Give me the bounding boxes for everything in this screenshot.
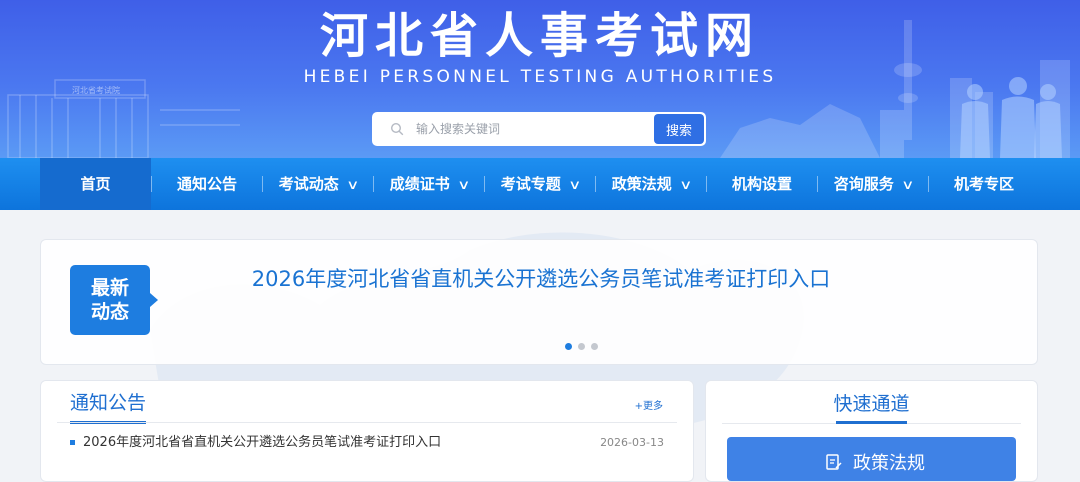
search-box: 搜索 (372, 112, 706, 146)
site-title: 河北省人事考试网 (319, 8, 760, 64)
chevron-down-icon: ∨ (678, 178, 693, 193)
main-nav: 首页 通知公告 考试动态 ∨ 成绩证书 ∨ 考试专题 ∨ 政策法规 ∨ 机构设置 咨询服… (0, 158, 1080, 210)
nav-label: 政策法规 (611, 175, 672, 193)
nav-label: 成绩证书 (389, 175, 450, 193)
carousel-dots (565, 343, 598, 350)
chevron-down-icon: ∨ (900, 178, 915, 193)
gate-building (7, 79, 240, 158)
title-underline (836, 421, 907, 424)
nav-label: 咨询服务 (833, 175, 894, 193)
carousel-dot[interactable] (565, 343, 572, 350)
search-icon (390, 122, 404, 136)
quick-policy-button[interactable]: 政策法规 (727, 437, 1016, 481)
carousel-dot[interactable] (578, 343, 585, 350)
nav-exam-topics[interactable]: 考试专题 ∨ (485, 158, 595, 210)
nav-label: 首页 (80, 175, 111, 193)
bullet-icon (70, 440, 75, 445)
site-header: 河北省考试院 河北省人事考试网 HEBEI PERSONNEL TESTING … (0, 0, 1080, 158)
nav-label: 机构设置 (731, 175, 792, 193)
nav-label: 机考专区 (953, 175, 1014, 193)
notice-date: 2026-03-13 (600, 436, 664, 449)
quick-button-label: 政策法规 (853, 453, 925, 474)
notices-panel: 通知公告 +更多 2026年度河北省省直机关公开遴选公务员笔试准考证打印入口 2… (40, 380, 694, 482)
quick-access-title: 快速通道 (833, 393, 910, 415)
quick-access-panel: 快速通道 政策法规 (705, 380, 1038, 482)
nav-label: 考试动态 (278, 175, 339, 193)
nav-label: 通知公告 (176, 175, 237, 193)
chevron-down-icon: ∨ (456, 178, 471, 193)
nav-consulting[interactable]: 咨询服务 ∨ (818, 158, 928, 210)
nav-home[interactable]: 首页 (40, 158, 151, 210)
divider (57, 422, 677, 423)
notice-list-item[interactable]: 2026年度河北省省直机关公开遴选公务员笔试准考证打印入口 2026-03-13 (70, 433, 664, 453)
nav-organization[interactable]: 机构设置 (707, 158, 817, 210)
nav-scores-certificates[interactable]: 成绩证书 ∨ (374, 158, 484, 210)
badge-pointer (150, 293, 158, 307)
badge-line: 动态 (90, 301, 129, 323)
chevron-down-icon: ∨ (345, 178, 360, 193)
badge-line: 最新 (90, 277, 129, 299)
notices-title: 通知公告 (70, 389, 147, 424)
nav-computer-exam[interactable]: 机考专区 (929, 158, 1039, 210)
search-input[interactable] (416, 112, 652, 146)
document-edit-icon (826, 454, 842, 470)
latest-headline-link[interactable]: 2026年度河北省省直机关公开遴选公务员笔试准考证打印入口 (171, 265, 911, 293)
search-button[interactable]: 搜索 (654, 114, 704, 144)
nav-label: 考试专题 (500, 175, 561, 193)
site-subtitle: HEBEI PERSONNEL TESTING AUTHORITIES (303, 67, 777, 87)
nav-exam-news[interactable]: 考试动态 ∨ (263, 158, 373, 210)
latest-news-card: 最新 动态 2026年度河北省省直机关公开遴选公务员笔试准考证打印入口 (40, 239, 1038, 365)
latest-news-badge: 最新 动态 (70, 265, 150, 335)
chevron-down-icon: ∨ (567, 178, 582, 193)
nav-policies[interactable]: 政策法规 ∨ (596, 158, 706, 210)
more-link[interactable]: +更多 (635, 397, 663, 412)
business-people-silhouettes (960, 77, 1062, 158)
carousel-dot[interactable] (591, 343, 598, 350)
nav-notices[interactable]: 通知公告 (152, 158, 262, 210)
notice-title[interactable]: 2026年度河北省省直机关公开遴选公务员笔试准考证打印入口 (83, 433, 441, 453)
